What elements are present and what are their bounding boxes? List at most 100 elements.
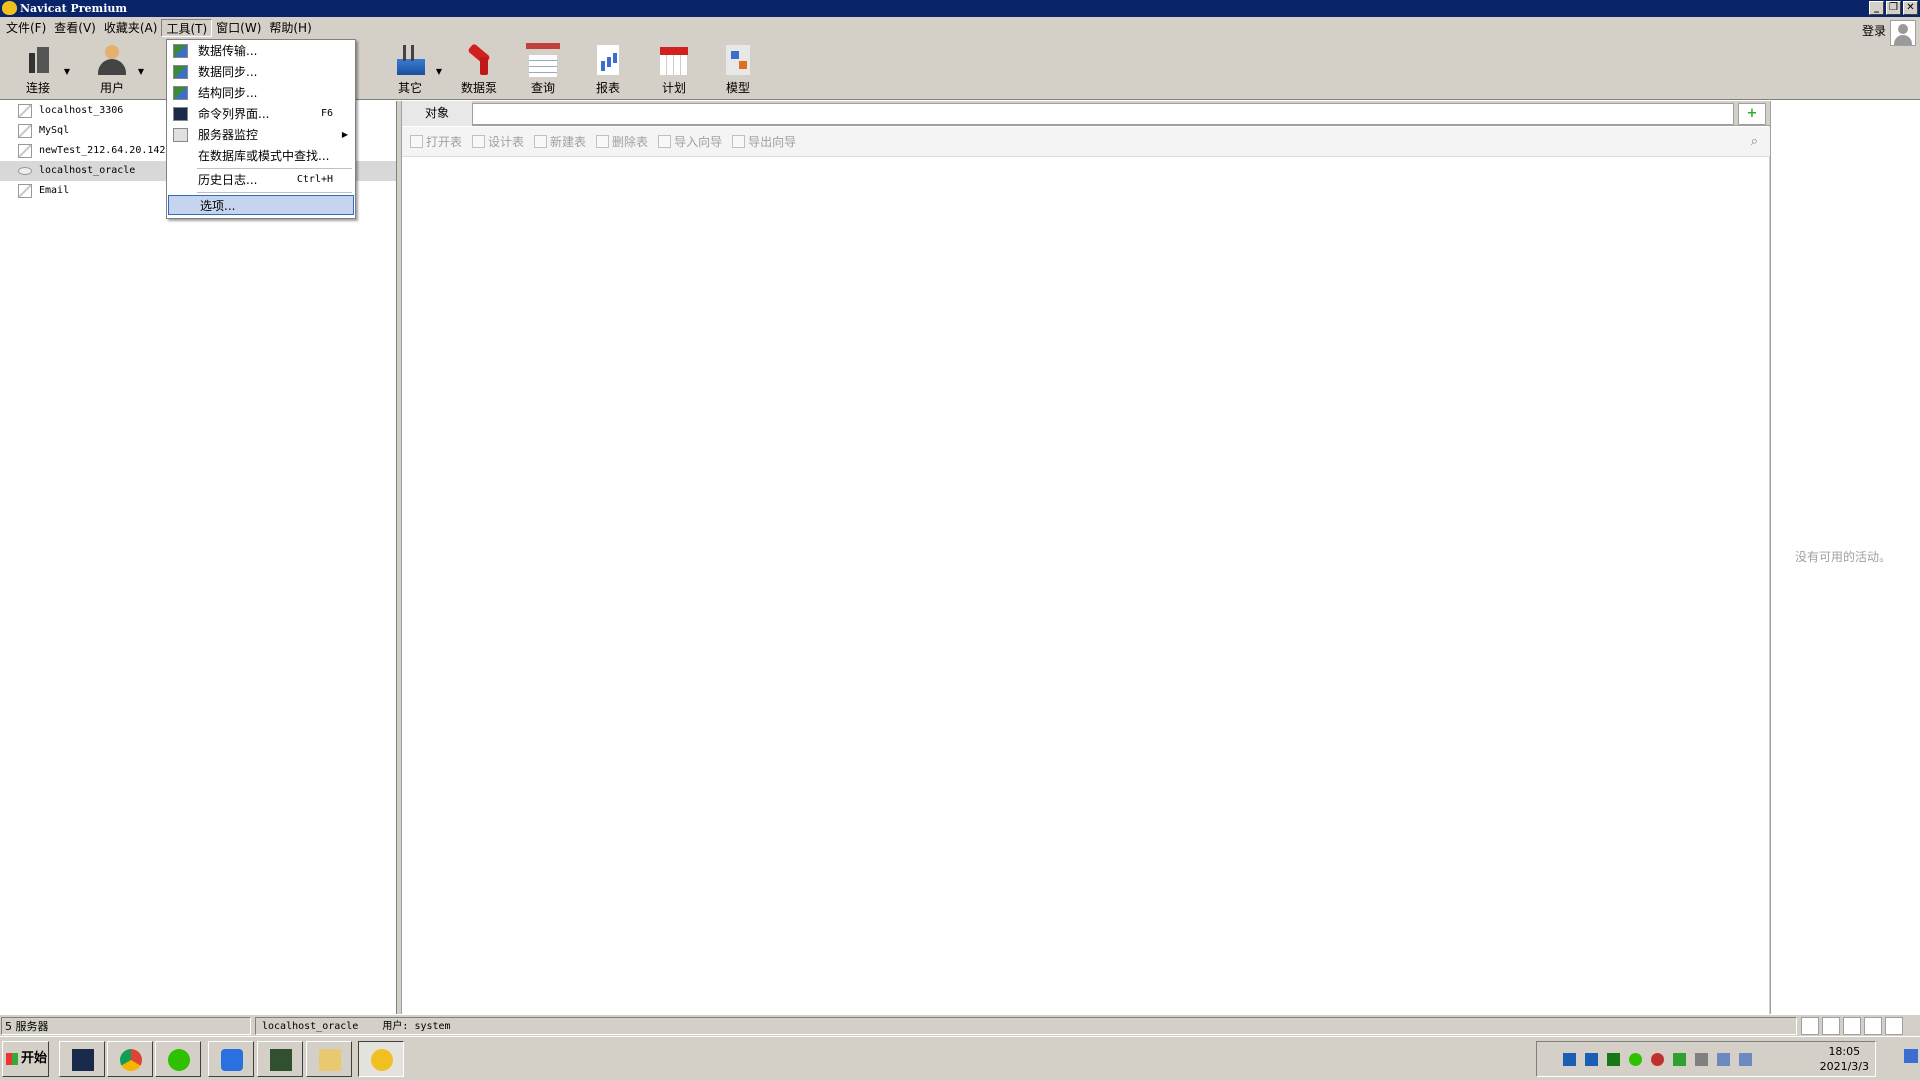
menu-item-label: 命令列界面... — [198, 107, 270, 121]
right-pane-toggle-icon[interactable] — [1885, 1016, 1903, 1035]
menu-item-history-log[interactable]: 历史日志... Ctrl+H — [167, 170, 355, 190]
calendar-icon — [657, 43, 691, 77]
clock-time: 18:05 — [1828, 1045, 1861, 1058]
menu-item-console[interactable]: 命令列界面... F6 — [167, 104, 355, 124]
data-transfer-icon — [173, 44, 188, 58]
tray-app-icon[interactable] — [1585, 1053, 1598, 1066]
window-title: Navicat Premium — [20, 2, 128, 15]
connection-tree: localhost_3306 MySql newTest_212.64.20.1… — [0, 101, 397, 1014]
menu-item-options[interactable]: 选项... — [168, 195, 354, 215]
detail-view-icon[interactable] — [1843, 1016, 1861, 1035]
menu-favorites[interactable]: 收藏夹(A) — [100, 19, 162, 37]
plan-button[interactable]: 计划 — [646, 43, 702, 96]
menu-item-server-monitor[interactable]: 服务器监控 ▶ — [167, 125, 355, 145]
navicat-app-icon — [2, 1, 17, 15]
no-activity-message: 没有可用的活动。 — [1795, 550, 1892, 564]
pump-label: 数据泵 — [460, 81, 497, 95]
activity-panel: 没有可用的活动。 — [1770, 101, 1920, 1014]
other-button[interactable]: 其它 ▼ — [382, 43, 442, 96]
menu-item-label: 选项... — [200, 199, 236, 213]
show-desktop-icon[interactable] — [1904, 1049, 1918, 1063]
mysql-connection-icon — [18, 124, 32, 138]
left-pane-toggle-icon[interactable] — [1864, 1016, 1882, 1035]
menu-file[interactable]: 文件(F) — [2, 19, 50, 37]
wechat-tray-icon[interactable] — [1629, 1053, 1642, 1066]
menu-tools[interactable]: 工具(T) — [161, 19, 213, 37]
menu-item-data-sync[interactable]: 数据同步... — [167, 62, 355, 82]
taskbar-explorer[interactable] — [306, 1041, 352, 1077]
login-link[interactable]: 登录 — [1862, 22, 1886, 39]
taskbar-terminal[interactable] — [59, 1041, 105, 1077]
menu-window[interactable]: 窗口(W) — [212, 19, 265, 37]
menu-item-data-transfer[interactable]: 数据传输... — [167, 41, 355, 61]
taskbar-chrome[interactable] — [107, 1041, 153, 1077]
console-icon — [173, 107, 188, 121]
network-status-icon[interactable] — [1739, 1053, 1752, 1066]
report-button[interactable]: 报表 — [580, 43, 636, 96]
dropdown-arrow-icon[interactable]: ▼ — [64, 67, 70, 76]
close-button[interactable]: ✕ — [1903, 1, 1918, 15]
export-wizard-button[interactable]: 导出向导 — [730, 133, 802, 150]
delete-table-button[interactable]: 删除表 — [594, 133, 654, 150]
new-tab-icon[interactable]: + — [1738, 103, 1766, 125]
report-icon — [591, 43, 625, 77]
new-table-button[interactable]: 新建表 — [532, 133, 592, 150]
tools-icon — [393, 43, 427, 77]
menu-view[interactable]: 查看(V) — [50, 19, 100, 37]
menu-separator — [197, 168, 352, 169]
submenu-arrow-icon: ▶ — [341, 130, 348, 139]
chrome-icon — [120, 1049, 142, 1071]
data-pump-button[interactable]: 数据泵 — [451, 43, 507, 96]
volume-muted-icon[interactable] — [1651, 1053, 1664, 1066]
user-button[interactable]: 用户 ▼ — [84, 43, 144, 96]
tab-strip — [472, 103, 1734, 125]
connect-button[interactable]: 连接 ▼ — [10, 43, 70, 96]
import-wizard-button[interactable]: 导入向导 — [656, 133, 728, 150]
tray-app-icon[interactable] — [1607, 1053, 1620, 1066]
menu-help[interactable]: 帮助(H) — [265, 19, 315, 37]
menu-item-label: 结构同步... — [198, 86, 258, 100]
connection-label: localhost_3306 — [39, 105, 124, 116]
minimize-button[interactable]: _ — [1869, 1, 1884, 15]
taskbar-wechat[interactable] — [155, 1041, 201, 1077]
restore-button[interactable]: ❐ — [1886, 1, 1901, 15]
plan-label: 计划 — [661, 81, 686, 95]
taskbar-monitor[interactable] — [257, 1041, 303, 1077]
design-table-button[interactable]: 设计表 — [470, 133, 530, 150]
dropdown-arrow-icon[interactable]: ▼ — [138, 67, 144, 76]
navicat-icon — [371, 1049, 393, 1071]
menu-item-label: 数据同步... — [198, 65, 258, 79]
clock-date: 2021/3/3 — [1819, 1060, 1869, 1073]
mysql-connection-icon — [18, 144, 32, 158]
start-button[interactable]: 开始 — [2, 1041, 49, 1077]
security-icon[interactable] — [1673, 1053, 1686, 1066]
grid-view-icon[interactable] — [1801, 1016, 1819, 1035]
tab-objects[interactable]: 对象 — [402, 101, 472, 126]
list-view-icon[interactable] — [1822, 1016, 1840, 1035]
data-sync-icon — [173, 65, 188, 79]
report-label: 报表 — [595, 81, 620, 95]
menu-item-find-in-db[interactable]: 在数据库或模式中查找... — [167, 146, 355, 166]
taskbar-navicat[interactable] — [358, 1041, 404, 1077]
query-label: 查询 — [530, 81, 555, 95]
menu-item-structure-sync[interactable]: 结构同步... — [167, 83, 355, 103]
tray-app-icon[interactable] — [1717, 1053, 1730, 1066]
open-table-button[interactable]: 打开表 — [408, 133, 468, 150]
wps-icon — [221, 1049, 243, 1071]
flag-icon[interactable] — [1695, 1053, 1708, 1066]
model-button[interactable]: 模型 — [710, 43, 766, 96]
query-button[interactable]: 查询 — [515, 43, 571, 96]
object-toolbar: 打开表 设计表 新建表 删除表 导入向导 导出向导 ⌕ — [402, 127, 1770, 157]
menu-item-label: 数据传输... — [198, 44, 258, 58]
clock[interactable]: 18:05 2021/3/3 — [1820, 1044, 1869, 1074]
other-label: 其它 — [397, 81, 422, 95]
menu-item-shortcut: Ctrl+H — [296, 174, 333, 185]
taskbar-wps[interactable] — [208, 1041, 254, 1077]
dropdown-arrow-icon[interactable]: ▼ — [436, 67, 442, 76]
network-icon[interactable] — [1563, 1053, 1576, 1066]
tools-dropdown-menu: 数据传输... 数据同步... 结构同步... 命令列界面... F6 服务器监控… — [166, 39, 356, 219]
object-pane: 对象 + 打开表 设计表 新建表 删除表 导入向导 导出向导 ⌕ — [401, 101, 1770, 1014]
plug-icon — [21, 43, 55, 77]
connection-label: Email — [39, 185, 70, 196]
search-icon[interactable]: ⌕ — [1751, 134, 1758, 149]
